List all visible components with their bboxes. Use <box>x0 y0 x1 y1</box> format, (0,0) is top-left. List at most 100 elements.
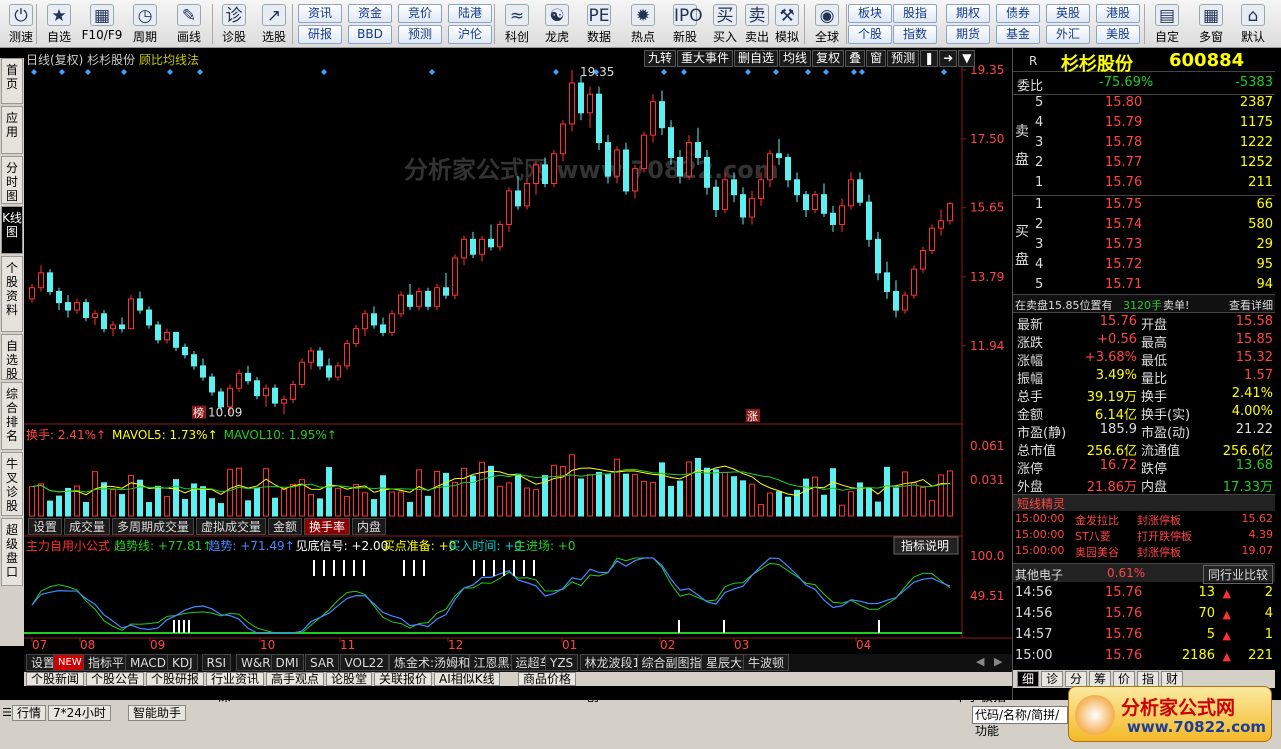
code-search-input[interactable]: 代码/名称/简拼/功能 <box>972 706 1068 738</box>
bid-button[interactable]: 竞价 <box>398 4 442 23</box>
research-button[interactable]: 研报 <box>298 25 342 44</box>
volume-sub-tab-3[interactable]: 虚拟成交量 <box>196 518 267 535</box>
hk-connect-button[interactable]: 陆港 <box>448 4 492 23</box>
volume-sub-tab-1[interactable]: 成交量 <box>64 518 111 535</box>
capital-button[interactable]: 资金 <box>348 4 392 23</box>
indicator-tab-9[interactable]: VOL22 <box>339 654 389 671</box>
news-tab-1[interactable]: 个股公告 <box>86 672 145 686</box>
scroll-left-icon[interactable]: ◀ <box>976 655 984 668</box>
f10-button[interactable]: ▦ F10/F9 <box>80 2 124 46</box>
global-button[interactable]: ◉ 全球 <box>808 2 846 46</box>
quote-tab-6[interactable]: 财 <box>1161 671 1184 687</box>
multi-window-button[interactable]: ▦ 多窗 <box>1192 2 1230 46</box>
indicator-tab-17[interactable]: 牛波顿 <box>743 654 790 671</box>
chart-tool-9[interactable]: ➜ <box>939 50 958 67</box>
short-item-row[interactable]: 15:00:00 奥园美谷 封涨停板 19.07 <box>1013 544 1275 563</box>
volume-sub-tab-0[interactable]: 设置 <box>28 518 63 535</box>
index-button[interactable]: 股指 <box>893 4 937 23</box>
kline-chart-svg[interactable]: 19.3517.5015.6513.7911.94分析家公式网 www.7082… <box>24 48 1012 654</box>
chart-tool-8[interactable]: ❚ <box>920 50 939 67</box>
left-tab-7[interactable]: 牛叉诊股 <box>1 452 23 516</box>
volume-sub-tab-6[interactable]: 内盘 <box>352 518 387 535</box>
indicator-tab-3[interactable]: MACD <box>125 654 171 671</box>
news-tab-8[interactable]: 商品价格 <box>518 672 577 686</box>
news-tab-4[interactable]: 高手观点 <box>266 672 325 686</box>
volume-sub-tab-4[interactable]: 金额 <box>268 518 303 535</box>
news-tab-3[interactable]: 行业资讯 <box>206 672 265 686</box>
draw-button[interactable]: ✎ 画线 <box>170 2 208 46</box>
left-tab-3[interactable]: K线图 <box>1 206 23 254</box>
custom-button[interactable]: ▤ 自定 <box>1148 2 1186 46</box>
quote-tab-1[interactable]: 诊 <box>1041 671 1064 687</box>
news-tab-2[interactable]: 个股研报 <box>146 672 205 686</box>
chart-tool-5[interactable]: 叠 <box>845 50 866 67</box>
quote-tab-0[interactable]: 细 <box>1017 671 1040 687</box>
chart-tool-7[interactable]: 预测 <box>887 50 920 67</box>
chart-tool-10[interactable]: ▼ <box>958 50 976 67</box>
ipo-button[interactable]: IPO 新股 <box>666 2 704 46</box>
watchlist-button[interactable]: ★ 自选 <box>40 2 78 46</box>
chart-tool-6[interactable]: 窗 <box>866 50 887 67</box>
dragon-button[interactable]: ☯ 龙虎 <box>538 2 576 46</box>
indicator-tab-1[interactable]: NEW <box>53 654 87 671</box>
kline-chart-area[interactable]: 19.35 17.50 15.65 13.79 11.94 分析家公式网 www.7082… <box>24 48 1012 654</box>
news-tab-0[interactable]: 个股新闻 <box>26 672 85 686</box>
indicator-tab-13[interactable]: YZS <box>545 654 579 671</box>
news-tab-7[interactable]: AI相似K线 <box>434 672 500 686</box>
bond-button[interactable]: 债券 <box>996 4 1040 23</box>
quote-tab-5[interactable]: 指 <box>1137 671 1160 687</box>
forecast-button[interactable]: 预测 <box>398 25 442 44</box>
news-tab-6[interactable]: 关联报价 <box>374 672 433 686</box>
bbd-button[interactable]: BBD <box>348 25 392 44</box>
simulate-button[interactable]: ⚒ 模拟 <box>768 2 806 46</box>
chart-tool-4[interactable]: 复权 <box>812 50 845 67</box>
small-cap-button[interactable]: 个股 <box>848 25 892 44</box>
futures2-button[interactable]: 期货 <box>946 25 990 44</box>
quote-tab-4[interactable]: 价 <box>1113 671 1136 687</box>
fx-button[interactable]: 外汇 <box>1046 25 1090 44</box>
hkstock-button[interactable]: 港股 <box>1096 4 1140 23</box>
left-tab-1[interactable]: 应用 <box>1 106 23 154</box>
hot-button[interactable]: ✹ 热点 <box>624 2 662 46</box>
left-tab-6[interactable]: 综合排名 <box>1 382 23 450</box>
left-tab-0[interactable]: 首页 <box>1 58 23 104</box>
chart-tool-3[interactable]: 均线 <box>779 50 812 67</box>
detail-link[interactable]: 查看详细 <box>1229 297 1273 313</box>
status-btn-1[interactable]: 7*24小时 <box>48 705 111 721</box>
volume-sub-tab-2[interactable]: 多周期成交量 <box>112 518 195 535</box>
pick-button[interactable]: ↗ 选股 <box>255 2 293 46</box>
left-tab-8[interactable]: 超级盘口 <box>1 518 23 586</box>
status-btn-0[interactable]: 行情 <box>12 705 47 721</box>
default-button[interactable]: ⌂ 默认 <box>1234 2 1272 46</box>
left-tab-2[interactable]: 分时图 <box>1 156 23 204</box>
uk-button[interactable]: 英股 <box>1046 4 1090 23</box>
fund-button[interactable]: 基金 <box>996 25 1040 44</box>
info-button[interactable]: 资讯 <box>298 4 342 23</box>
menu-icon[interactable]: ☰ <box>2 706 12 719</box>
quote-tab-3[interactable]: 筹 <box>1089 671 1112 687</box>
logout-button[interactable]: ⏻ 测速 <box>2 2 40 46</box>
period-button[interactable]: ◷ 周期 <box>126 2 164 46</box>
data-button[interactable]: PE 数据 <box>580 2 618 46</box>
industry-compare-button[interactable]: 同行业比较 <box>1202 565 1273 584</box>
futures-button[interactable]: 期权 <box>946 4 990 23</box>
tech-button[interactable]: ≈ 科创 <box>498 2 536 46</box>
usstock-button[interactable]: 美股 <box>1096 25 1140 44</box>
chart-tool-1[interactable]: 重大事件 <box>677 50 734 67</box>
indicator-tab-7[interactable]: DMI <box>270 654 304 671</box>
chart-tool-0[interactable]: 九转 <box>644 50 677 67</box>
indicator-tab-8[interactable]: SAR <box>305 654 340 671</box>
volume-sub-tab-5[interactable]: 换手率 <box>304 518 351 535</box>
sh-hk-button[interactable]: 沪伦 <box>448 25 492 44</box>
scroll-right-icon[interactable]: ▶ <box>994 655 1002 668</box>
index2-button[interactable]: 指数 <box>893 25 937 44</box>
left-tab-5[interactable]: 自选股 <box>1 334 23 380</box>
status-btn-2[interactable]: 智能助手 <box>128 705 187 721</box>
indicator-tab-4[interactable]: KDJ <box>167 654 198 671</box>
quote-tab-2[interactable]: 分 <box>1065 671 1088 687</box>
indicator-tab-5[interactable]: RSI <box>201 654 231 671</box>
chart-tool-2[interactable]: 删自选 <box>734 50 779 67</box>
diagnose-button[interactable]: 诊诊股 <box>215 2 253 46</box>
sector-button[interactable]: 板块 <box>848 4 892 23</box>
left-tab-4[interactable]: 个股资料 <box>1 256 23 332</box>
